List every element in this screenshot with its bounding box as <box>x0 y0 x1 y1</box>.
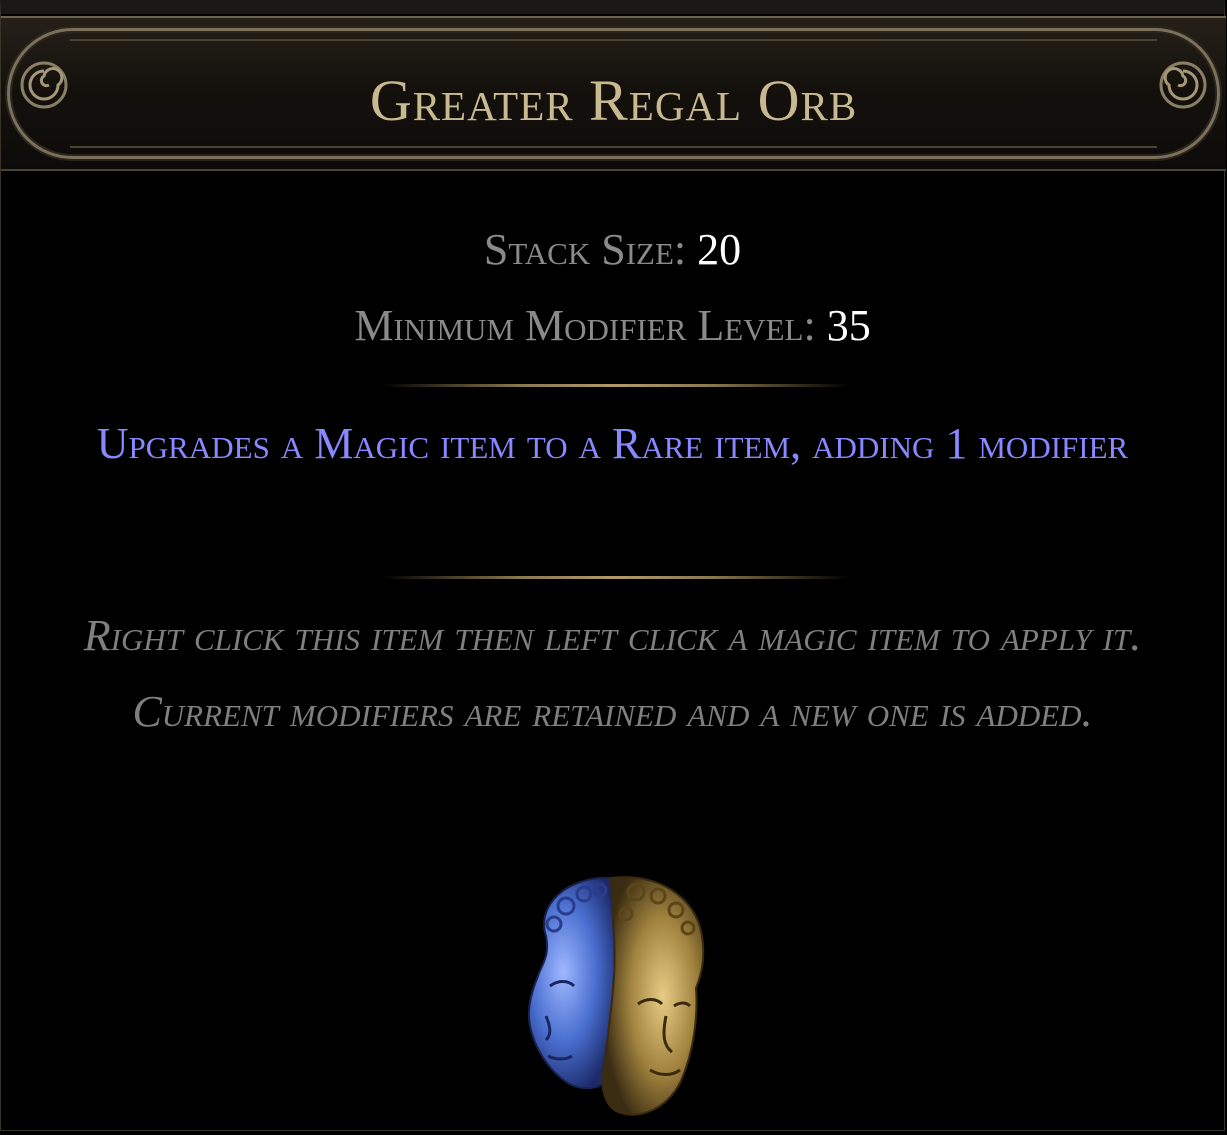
property-value: 20 <box>697 225 742 274</box>
item-name: Greater Regal Orb <box>369 68 858 133</box>
regal-orb-two-faced-head-icon <box>528 876 705 1116</box>
item-description: Right click this item then left click a … <box>83 611 1142 736</box>
property-value: 35 <box>826 301 871 350</box>
property-label: Stack Size: <box>483 225 698 274</box>
tooltip-header: Greater Regal Orb <box>1 16 1226 171</box>
property-minimum-modifier-level: Minimum Modifier Level: 35 <box>1 304 1224 348</box>
property-stack-size: Stack Size: 20 <box>1 228 1224 272</box>
item-tooltip: Greater Regal Orb Stack Size: 20 Minimum… <box>0 0 1226 1131</box>
explicit-modifier: Upgrades a Magic item to a Rare item, ad… <box>96 419 1129 468</box>
separator <box>381 384 851 387</box>
property-label: Minimum Modifier Level: <box>354 301 827 350</box>
separator <box>381 576 851 579</box>
